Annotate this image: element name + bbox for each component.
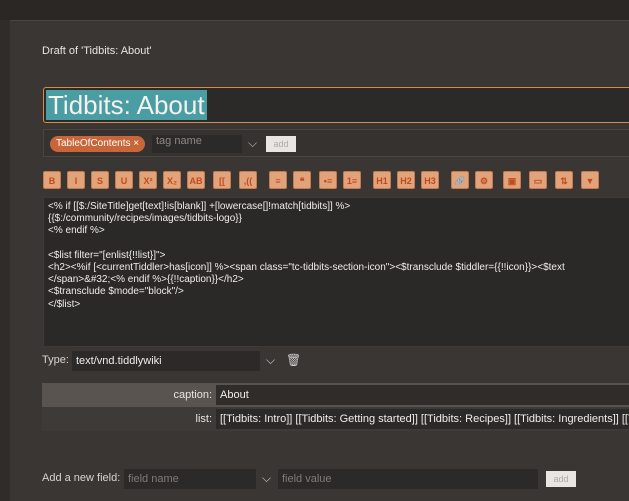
title-input[interactable]: Tidbits: About — [43, 87, 629, 123]
tag-name-input[interactable]: tag name — [152, 135, 242, 153]
editor-line: </$list> — [48, 298, 81, 310]
fields-table: caption: About list: [[Tidbits: Intro]] … — [42, 383, 629, 431]
editor-line: <% endif %> — [48, 225, 105, 237]
trash-icon[interactable]: 🗑 — [286, 353, 301, 367]
number-list-button[interactable]: 1≡ — [343, 171, 361, 189]
tag-dropdown-chevron-icon[interactable]: ⌵ — [248, 136, 257, 151]
add-field-label: Add a new field: — [42, 472, 121, 484]
field-row-list: list: [[Tidbits: Intro]] [[Tidbits: Gett… — [42, 407, 629, 431]
field-value-input[interactable]: About — [216, 385, 629, 405]
italic-button[interactable]: I — [67, 171, 85, 189]
tag-add-button[interactable]: add — [266, 136, 296, 152]
text-editor[interactable]: <% if [[$:/SiteTitle]get[text]!is[blank]… — [43, 197, 629, 347]
type-row: Type: text/vnd.tiddlywiki ⌵ 🗑 — [42, 351, 342, 371]
link-wiki-button[interactable]: [[ — [213, 171, 231, 189]
resize-icon[interactable]: ⇅ — [555, 171, 573, 189]
smallcaps-button[interactable]: AB — [187, 171, 205, 189]
editor-panel: Draft of 'Tidbits: About' Tidbits: About… — [10, 20, 629, 501]
field-name: caption: — [173, 389, 212, 401]
picture-icon[interactable]: ▣ — [503, 171, 521, 189]
editor-line: {{$:/community/recipes/images/tidbits-lo… — [48, 213, 242, 225]
editor-line: <$transclude $mode="block"/> — [48, 286, 184, 298]
underline-button[interactable]: U — [115, 171, 133, 189]
new-field-value-input[interactable]: field value — [278, 469, 538, 489]
type-input[interactable]: text/vnd.tiddlywiki — [72, 351, 260, 371]
editor-line: </span>&#32;<% endif %>{{!!caption}}</h2… — [48, 274, 244, 286]
tag-pill[interactable]: TableOfContents × — [50, 136, 146, 152]
editor-line: <$list filter="[enlist{!!list}]"> — [48, 249, 166, 261]
preview-icon[interactable]: ▭ — [529, 171, 547, 189]
strikethrough-button[interactable]: S — [91, 171, 109, 189]
transclude-button[interactable]: ,(( — [239, 171, 257, 189]
tag-remove-icon[interactable]: × — [133, 138, 139, 149]
type-dropdown-chevron-icon[interactable]: ⌵ — [266, 353, 275, 368]
draft-title: Draft of 'Tidbits: About' — [42, 45, 152, 57]
top-strip — [0, 0, 629, 20]
more-dropdown-icon[interactable]: ▼ — [581, 171, 599, 189]
heading3-button[interactable]: H3 — [421, 171, 439, 189]
type-label: Type: — [42, 354, 69, 366]
editor-line: <h2><%if [<currentTiddler>has[icon]] %><… — [48, 262, 565, 274]
add-field-button[interactable]: add — [546, 471, 576, 487]
new-field-name-input[interactable]: field name — [124, 469, 256, 489]
link-icon[interactable]: 🔗 — [451, 171, 469, 189]
field-row-caption: caption: About — [42, 383, 629, 407]
editor-line: <% if [[$:/SiteTitle]get[text]!is[blank]… — [48, 201, 351, 212]
title-text[interactable]: Tidbits: About — [46, 90, 207, 120]
bold-button[interactable]: B — [43, 171, 61, 189]
settings-icon[interactable]: ⚙ — [475, 171, 493, 189]
add-field-row: Add a new field: field name ⌵ field valu… — [42, 469, 629, 489]
field-name-dropdown-chevron-icon[interactable]: ⌵ — [262, 471, 271, 486]
subscript-button[interactable]: X₂ — [163, 171, 181, 189]
heading2-button[interactable]: H2 — [397, 171, 415, 189]
editor-toolbar: B I S U X² X₂ AB [[ ,(( ≡ ❝ •≡ 1≡ H1 H2 … — [43, 171, 629, 191]
superscript-button[interactable]: X² — [139, 171, 157, 189]
tag-label: TableOfContents — [56, 138, 131, 149]
tags-row: TableOfContents × tag name ⌵ add — [43, 129, 629, 157]
hr-button[interactable]: ≡ — [269, 171, 287, 189]
heading1-button[interactable]: H1 — [373, 171, 391, 189]
quote-button[interactable]: ❝ — [293, 171, 311, 189]
bullet-list-button[interactable]: •≡ — [319, 171, 337, 189]
field-value-input[interactable]: [[Tidbits: Intro]] [[Tidbits: Getting st… — [216, 409, 629, 429]
field-name: list: — [195, 413, 213, 425]
